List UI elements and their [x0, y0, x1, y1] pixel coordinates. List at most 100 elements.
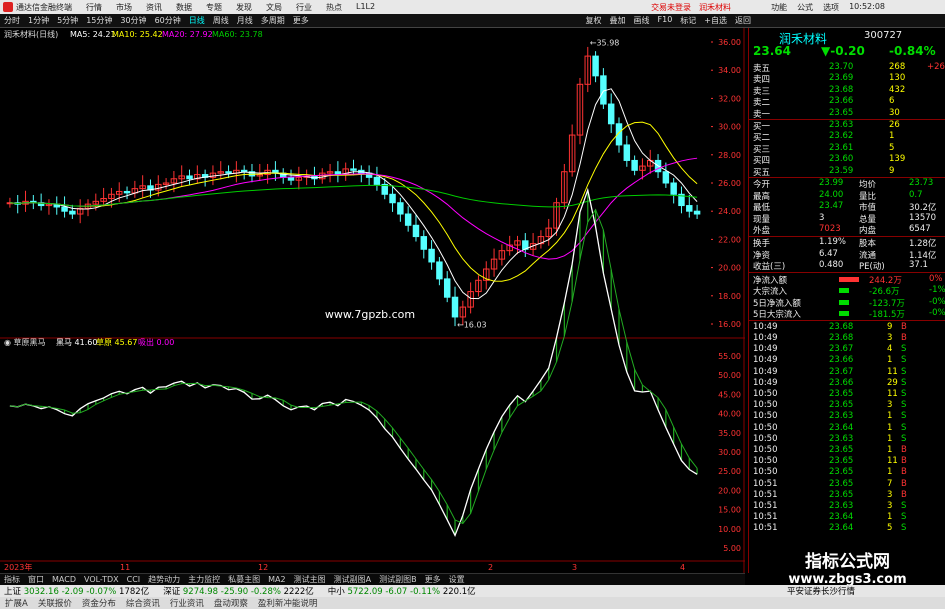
toolbar-button[interactable]: 叠加	[606, 15, 630, 26]
main-menu: 行情 市场 资讯 数据 专题 发现 文局 行业 热点 L1L2	[86, 2, 389, 13]
kline-chart[interactable]: 润禾材料(日线) MA5: 24.21MA10: 25.42 MA20: 27.92…	[0, 28, 745, 573]
status-link[interactable]: 综合资讯	[126, 597, 160, 609]
tick-volume: 1	[887, 422, 893, 433]
index-quote[interactable]: 上证 3032.16 -2.09 -0.07% 1782亿	[4, 585, 149, 597]
index-quote[interactable]: 中小 5722.09 -6.07 -0.11% 220.1亿	[328, 585, 476, 597]
status-link[interactable]: 盈利新冲能说明	[258, 597, 318, 609]
menu-item[interactable]: 行情	[86, 2, 102, 13]
ma10-line	[9, 121, 698, 282]
toolbar-button[interactable]: 画线	[630, 15, 654, 26]
menu-item[interactable]: L1L2	[356, 2, 375, 13]
indicator-tab[interactable]: 设置	[445, 574, 469, 585]
indicator-tab[interactable]: MACD	[48, 575, 80, 584]
order-price[interactable]: 23.65	[829, 108, 853, 118]
tick-side: B	[901, 478, 907, 489]
indicator-tab[interactable]: 私募主图	[224, 574, 264, 585]
period-tab[interactable]: 周线	[209, 15, 233, 26]
right-menu-item[interactable]: 选项	[823, 2, 839, 13]
order-price[interactable]: 23.66	[829, 96, 853, 106]
candle-body	[600, 75, 607, 105]
stat-label: 内盘	[859, 226, 877, 237]
status-link[interactable]: 关联报价	[38, 597, 72, 609]
period-tab[interactable]: 日线	[185, 15, 209, 26]
indicator-tab[interactable]: VOL-TDX	[80, 575, 123, 584]
order-volume: 1	[889, 131, 895, 142]
tick-side: B	[901, 333, 907, 343]
status-link[interactable]: 行业资讯	[170, 597, 204, 609]
order-price[interactable]: 23.62	[829, 131, 853, 141]
menu-item[interactable]: 热点	[326, 2, 342, 13]
tick-time: 10:49	[753, 321, 778, 332]
indicator-tab[interactable]: 更多	[421, 574, 445, 585]
menu-item[interactable]: 文局	[266, 2, 282, 13]
right-menu-item[interactable]: 功能	[771, 2, 787, 13]
chart-area[interactable]: 润禾材料(日线) MA5: 24.21 MA10: 25.42 MA20: 27.92…	[0, 28, 745, 573]
order-volume: 5	[889, 142, 895, 153]
menu-item[interactable]: 专题	[206, 2, 222, 13]
toolbar-button[interactable]: +自选	[700, 15, 731, 26]
indicator-tab[interactable]: 测试主图	[290, 574, 330, 585]
indicator-tab[interactable]: 测试副图B	[375, 574, 421, 585]
order-price[interactable]: 23.59	[829, 166, 853, 176]
index-quote[interactable]: 深证 9274.98 -25.90 -0.28% 2222亿	[163, 585, 314, 597]
login-status[interactable]: 交易未登录	[651, 2, 691, 13]
menu-item[interactable]: 行业	[296, 2, 312, 13]
panel-row: 10:51 23.63 3 S	[749, 501, 945, 512]
flow-bar	[839, 311, 849, 317]
toolbar-button[interactable]: 返回	[731, 15, 755, 26]
indicator-tab[interactable]: CCI	[123, 575, 145, 584]
menu-item[interactable]: 资讯	[146, 2, 162, 13]
order-price[interactable]: 23.60	[829, 154, 853, 164]
stat-value: 1.19%	[819, 237, 847, 247]
status-link[interactable]: 扩展A	[5, 597, 28, 609]
right-menu-item[interactable]: 公式	[797, 2, 813, 13]
status-link[interactable]: 盘动观察	[214, 597, 248, 609]
order-price[interactable]: 23.70	[829, 62, 853, 72]
toolbar-button[interactable]: 标记	[676, 15, 700, 26]
ind-y-tick-label: 40.00	[718, 410, 741, 419]
indicator-tab[interactable]: 窗口	[24, 574, 48, 585]
indicator-tab[interactable]: MA2	[264, 575, 289, 584]
stat-label: 最低	[753, 203, 771, 214]
period-tab[interactable]: 30分钟	[116, 15, 150, 26]
period-tab[interactable]: 60分钟	[151, 15, 185, 26]
stat-label: 总量	[859, 214, 877, 225]
order-price[interactable]: 23.69	[829, 73, 853, 83]
period-tab[interactable]: 15分钟	[82, 15, 116, 26]
panel-row: 10:51 23.65 7 B	[749, 479, 945, 490]
menu-item[interactable]: 发现	[236, 2, 252, 13]
period-tab[interactable]: 更多	[289, 15, 313, 26]
flow-label: 5日净流入额	[753, 298, 801, 309]
panel-row: 现量 3 总量 13570	[749, 213, 945, 225]
indicator-tab[interactable]: 指标	[0, 574, 24, 585]
stat-label: 现量	[753, 214, 771, 225]
stat-label: 市值	[859, 203, 877, 214]
ma60-label: MA60: 23.78	[212, 30, 263, 39]
period-tab[interactable]: 5分钟	[53, 15, 82, 26]
order-price[interactable]: 23.63	[829, 120, 853, 130]
menu-item[interactable]: 市场	[116, 2, 132, 13]
indicator-tab[interactable]: 测试副图A	[330, 574, 375, 585]
indicator-tab[interactable]: 主力监控	[184, 574, 224, 585]
status-link[interactable]: 资金分布	[82, 597, 116, 609]
period-tab[interactable]: 多周期	[257, 15, 289, 26]
tick-time: 10:50	[753, 400, 778, 411]
order-price[interactable]: 23.68	[829, 85, 853, 95]
indicator-tab[interactable]: 趋势动力	[144, 574, 184, 585]
right-menu-item[interactable]: 10:52:08	[849, 2, 885, 13]
toolbar-button[interactable]: 复权	[582, 15, 606, 26]
order-price[interactable]: 23.61	[829, 143, 853, 153]
date-label: 12	[258, 563, 268, 572]
period-tab[interactable]: 月线	[233, 15, 257, 26]
ma5-label: MA5: 24.21	[70, 30, 116, 39]
index-label: 中小	[327, 587, 348, 597]
period-tab[interactable]: 1分钟	[24, 15, 53, 26]
stat-value: 3	[819, 212, 825, 223]
menu-item[interactable]: 数据	[176, 2, 192, 13]
toolbar-button[interactable]: F10	[654, 15, 677, 26]
tick-price: 23.63	[829, 433, 854, 444]
period-tab[interactable]: 分时	[0, 15, 24, 26]
flow-value: -26.6万	[869, 287, 900, 298]
promo-stock[interactable]: 润禾材料	[699, 2, 731, 13]
flow-label: 5日大宗流入	[753, 310, 801, 321]
